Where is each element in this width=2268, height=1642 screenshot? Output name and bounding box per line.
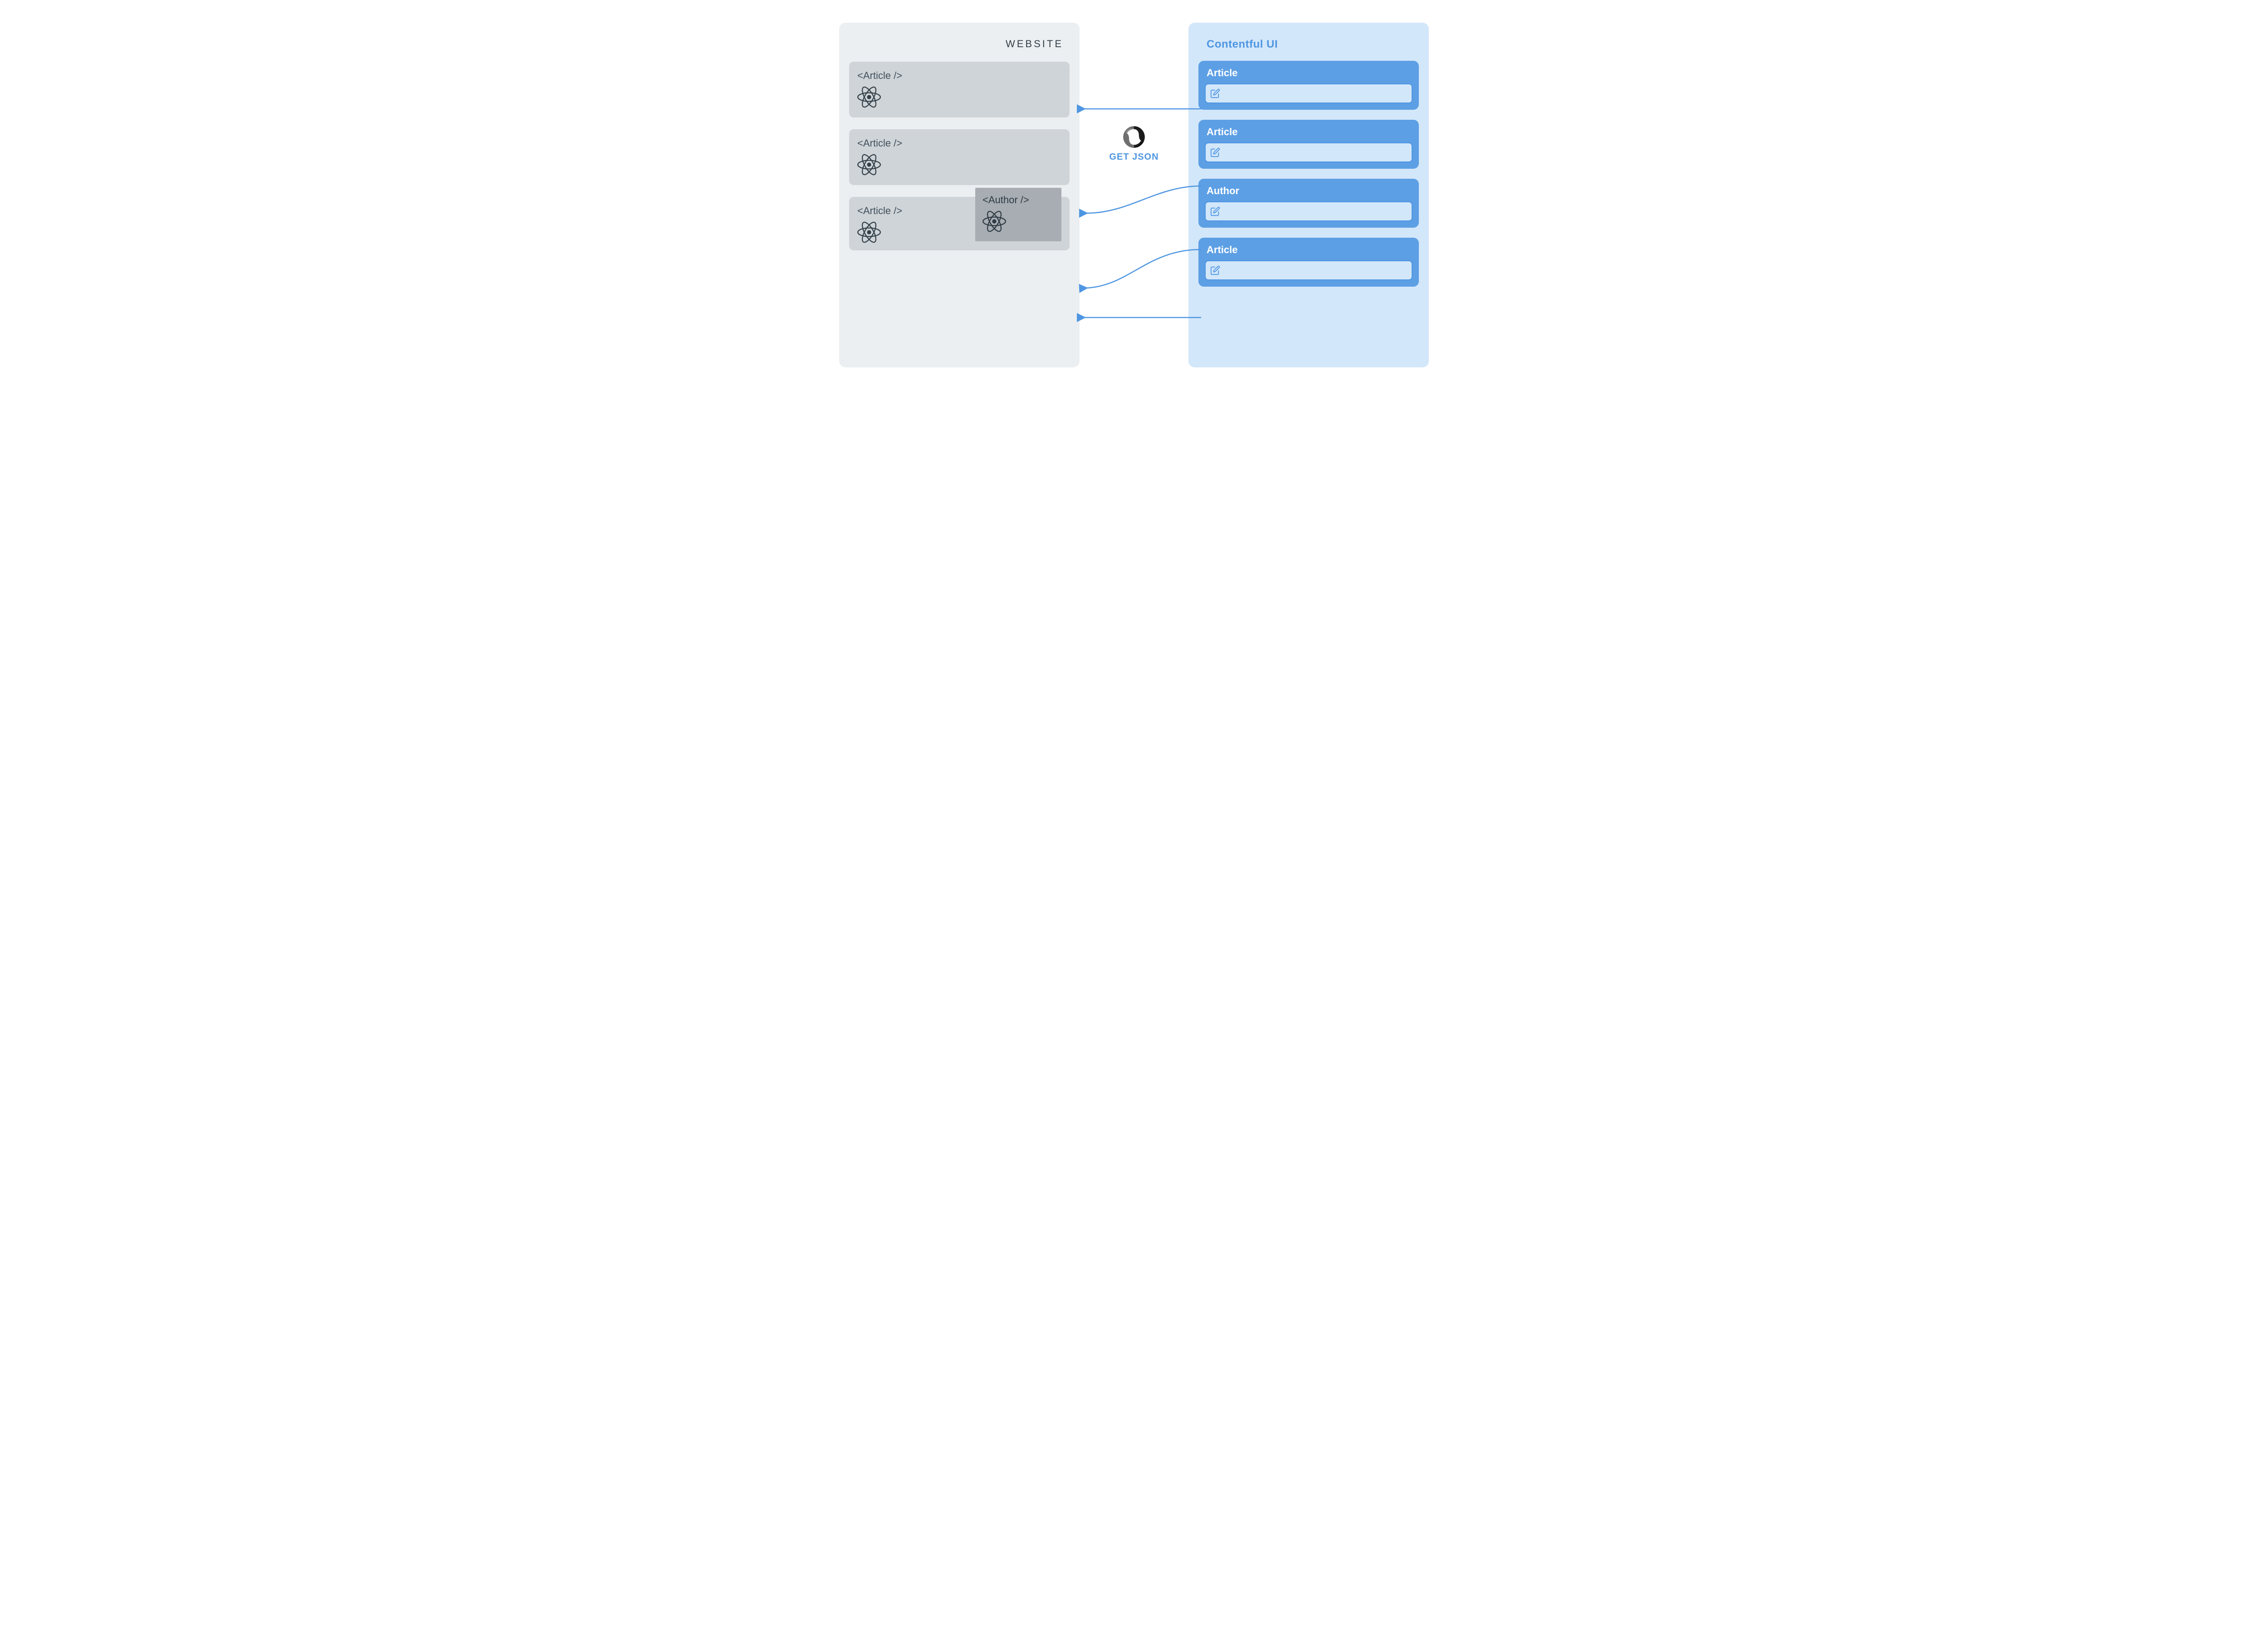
edit-icon [1210,265,1220,275]
contentful-card-title: Article [1207,126,1411,138]
contentful-edit-field[interactable] [1205,83,1413,103]
react-icon [857,220,881,244]
contentful-panel: Contentful UI Article Article Author [1188,23,1429,367]
contentful-edit-field[interactable] [1205,142,1413,162]
contentful-article-card-2: Article [1198,120,1419,169]
architecture-diagram: WEBSITE <Article /> <Article /> <Article… [830,18,1438,372]
react-author-nested-card: <Author /> [975,188,1061,241]
edit-icon [1210,206,1220,216]
react-article-card-2: <Article /> [849,129,1070,185]
contentful-edit-field[interactable] [1205,201,1413,221]
contentful-card-title: Author [1207,185,1411,197]
react-icon [857,103,881,111]
react-icon [982,227,1006,235]
json-logo-icon [1122,125,1146,149]
contentful-article-card-3: Article [1198,238,1419,287]
get-json-label: GET JSON [1102,152,1166,162]
contentful-edit-field[interactable] [1205,260,1413,280]
contentful-card-title: Article [1207,244,1411,256]
edit-icon [1210,147,1220,157]
contentful-author-card: Author [1198,179,1419,228]
react-article-card-1: <Article /> [849,62,1070,117]
react-component-label: <Article /> [857,137,1061,149]
react-article-card-3: <Article /> <Author /> [849,197,1070,250]
arrow-author [1086,249,1201,288]
react-component-label: <Article /> [857,70,1061,82]
contentful-card-title: Article [1207,67,1411,79]
website-panel-title: WEBSITE [849,38,1063,50]
react-icon [857,171,881,178]
react-component-label: <Author /> [982,194,1054,206]
website-panel: WEBSITE <Article /> <Article /> <Article… [839,23,1080,367]
get-json-block: GET JSON [1102,125,1166,162]
edit-icon [1210,88,1220,98]
contentful-panel-title: Contentful UI [1207,38,1419,51]
arrow-article-2 [1086,186,1201,213]
contentful-article-card-1: Article [1198,61,1419,110]
react-component-label: <Article /> [857,205,948,217]
